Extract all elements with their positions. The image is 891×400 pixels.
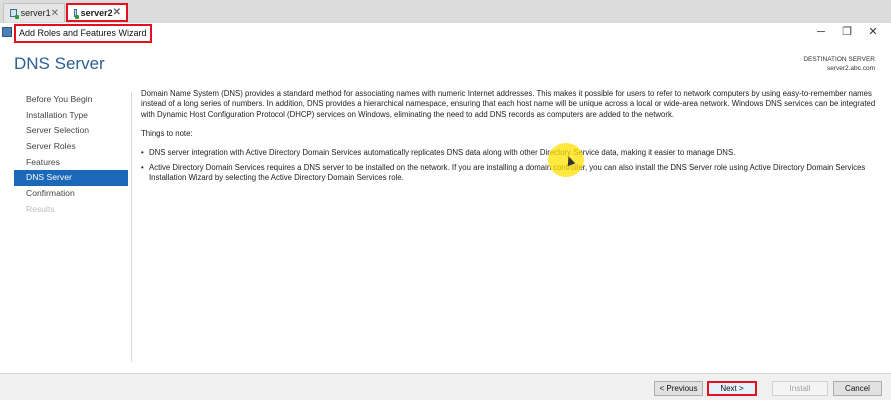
maximize-icon[interactable]: ❐ — [835, 24, 859, 40]
button-bar: < Previous Next > Install Cancel — [0, 373, 891, 400]
nav-item-installation-type[interactable]: Installation Type — [14, 108, 128, 124]
nav-item-before-you-begin[interactable]: Before You Begin — [14, 92, 128, 108]
list-item: Active Directory Domain Services require… — [141, 163, 881, 184]
close-icon[interactable]: ✕ — [861, 24, 885, 40]
server-manager-icon — [2, 27, 12, 37]
tab-label: server1 — [20, 8, 51, 18]
next-button[interactable]: Next > — [707, 381, 757, 396]
wizard-nav: Before You Begin Installation Type Serve… — [14, 92, 128, 218]
notes-list: DNS server integration with Active Direc… — [141, 148, 881, 184]
nav-item-features[interactable]: Features — [14, 155, 128, 171]
install-button: Install — [772, 381, 828, 396]
content-pane: Domain Name System (DNS) provides a stan… — [141, 89, 881, 189]
destination-label: DESTINATION SERVER — [803, 56, 875, 63]
cancel-button[interactable]: Cancel — [833, 381, 882, 396]
intro-text: Domain Name System (DNS) provides a stan… — [141, 89, 876, 119]
vm-icon — [74, 8, 78, 19]
nav-item-server-selection[interactable]: Server Selection — [14, 123, 128, 139]
notes-title: Things to note: — [141, 129, 193, 139]
window-titlebar: Add Roles and Features Wizard ─ ❐ ✕ — [0, 23, 891, 43]
tab-server2[interactable]: server2 ✕ — [66, 3, 128, 22]
list-item: DNS server integration with Active Direc… — [141, 148, 881, 159]
tab-server1[interactable]: server1 ✕ — [3, 3, 65, 22]
nav-item-results: Results — [26, 203, 55, 214]
page-title: DNS Server — [14, 54, 105, 73]
nav-item-dns-server[interactable]: DNS Server — [14, 170, 128, 187]
vm-icon — [10, 9, 19, 19]
tab-label: server2 — [80, 7, 113, 18]
window-title: Add Roles and Features Wizard — [14, 24, 152, 43]
close-tab-icon[interactable]: ✕ — [113, 7, 121, 18]
tab-strip: server1 ✕ server2 ✕ — [0, 0, 891, 24]
divider — [131, 92, 132, 362]
previous-button[interactable]: < Previous — [654, 381, 703, 396]
close-tab-icon[interactable]: ✕ — [51, 8, 59, 19]
nav-item-confirmation[interactable]: Confirmation — [14, 186, 128, 202]
destination-server: DESTINATION SERVER server2.abc.com — [803, 55, 875, 73]
destination-server-name: server2.abc.com — [826, 65, 875, 72]
minimize-icon[interactable]: ─ — [809, 24, 833, 40]
nav-item-server-roles[interactable]: Server Roles — [14, 139, 128, 155]
